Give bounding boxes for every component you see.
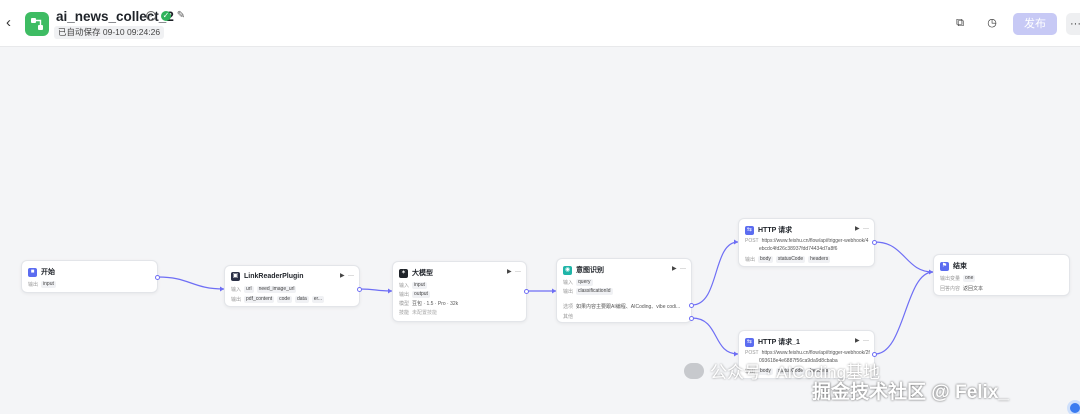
output-port[interactable]	[524, 289, 529, 294]
edge-start-link	[157, 276, 225, 290]
answer-label: 回答内容	[940, 286, 961, 292]
input-label: 输入	[231, 287, 242, 293]
output-port[interactable]	[872, 352, 877, 357]
output-tag: code	[277, 296, 292, 303]
skill-label: 技能	[399, 310, 410, 316]
start-node[interactable]: ■ 开始 输出 input	[21, 260, 158, 293]
http-icon: ⇆	[745, 225, 754, 235]
input-tag: url	[244, 286, 254, 293]
output-label: 输出	[745, 257, 756, 263]
link-reader-node[interactable]: ▣ LinkReaderPlugin ▶ ··· 输入 url need_ima…	[224, 265, 360, 307]
llm-node[interactable]: ✶ 大模型 ▶ ··· 输入 input 输出 output 模型 豆包 · 1…	[392, 261, 527, 322]
output-port[interactable]	[872, 240, 877, 245]
wechat-icon	[684, 362, 704, 379]
output-tag: data	[295, 296, 309, 303]
output-tag: classificationId	[576, 288, 613, 295]
node-actions[interactable]: ▶ ···	[672, 265, 686, 272]
edge-http2-end	[874, 271, 934, 355]
input-tag: need_image_url	[256, 286, 297, 293]
option-value: 如果内容主要跟AI编程、AICoding、vibe codi...	[576, 304, 681, 310]
input-label: 输入	[399, 283, 410, 289]
node-title: HTTP 请求_1	[758, 339, 800, 346]
node-actions[interactable]: ▶ ···	[340, 272, 354, 279]
output-tag: input	[41, 281, 56, 288]
node-title: LinkReaderPlugin	[244, 273, 304, 280]
output-port[interactable]	[689, 303, 694, 308]
output-tag: output	[412, 291, 430, 298]
node-title: HTTP 请求	[758, 227, 793, 234]
output-label: 输出	[563, 289, 574, 295]
edge-intent-http2	[691, 317, 739, 355]
input-tag: query	[576, 279, 593, 286]
flag-icon: ⚑	[940, 261, 949, 271]
http-request-node[interactable]: ⇆ HTTP 请求 ▶ ··· POST https://www.feishu.…	[738, 218, 875, 267]
output-label: 输出	[231, 297, 242, 303]
skill-value: 未配置技能	[412, 310, 438, 316]
output-port[interactable]	[689, 316, 694, 321]
node-title: 意图识别	[576, 267, 604, 274]
intent-node[interactable]: ◉ 意图识别 ▶ ··· 输入 query 输出 classificationI…	[556, 258, 692, 323]
node-actions[interactable]: ▶ ···	[507, 268, 521, 275]
option-label: 选项	[563, 304, 574, 310]
home-icon: ■	[28, 267, 37, 277]
node-title: 结束	[953, 263, 967, 270]
node-actions[interactable]: ▶ ···	[855, 225, 869, 232]
output-tag: statusCode	[775, 256, 806, 263]
model-label: 模型	[399, 301, 410, 307]
url-line: ebcdc4fd26c38937fdd74434d7a8f6	[759, 246, 838, 252]
edge-link-llm	[359, 288, 393, 292]
node-title: 大模型	[412, 270, 433, 277]
watermark-juejin: 掘金技术社区 @ Felix_	[812, 382, 1009, 403]
other-label: 其他	[563, 314, 574, 320]
plugin-icon: ▣	[231, 272, 240, 281]
output-tag: headers	[808, 256, 831, 263]
variable-tag: one	[963, 275, 976, 282]
workflow-edges	[157, 239, 934, 357]
output-tag: pdf_content	[244, 296, 275, 303]
edge-intent-http1	[691, 241, 739, 306]
output-port[interactable]	[357, 287, 362, 292]
http-icon: ⇆	[745, 337, 754, 347]
variable-label: 输出变量	[940, 276, 961, 282]
url-line: https://www.feishu.cn/flow/api/trigger-w…	[761, 238, 869, 244]
intent-icon: ◉	[563, 265, 572, 275]
node-actions[interactable]: ▶ ···	[855, 337, 869, 344]
edge-http1-end	[874, 241, 934, 273]
method-label: POST	[745, 238, 759, 244]
input-tag: input	[412, 282, 427, 289]
answer-mode: 返回文本	[963, 286, 984, 292]
output-tag: er...	[311, 296, 325, 303]
end-node[interactable]: ⚑ 结束 输出变量 one 回答内容 返回文本	[933, 254, 1070, 296]
output-port[interactable]	[155, 275, 160, 280]
model-icon: ✶	[399, 268, 408, 278]
method-label: POST	[745, 350, 759, 356]
output-tag: body	[758, 256, 773, 263]
assistant-icon[interactable]	[1067, 400, 1080, 414]
model-value: 豆包 · 1.5 · Pro · 32k	[412, 301, 459, 307]
url-line: https://www.feishu.cn/flow/api/trigger-w…	[761, 350, 870, 356]
output-label: 输出	[28, 282, 39, 288]
node-title: 开始	[41, 269, 55, 276]
input-label: 输入	[563, 280, 574, 286]
output-label: 输出	[399, 292, 410, 298]
